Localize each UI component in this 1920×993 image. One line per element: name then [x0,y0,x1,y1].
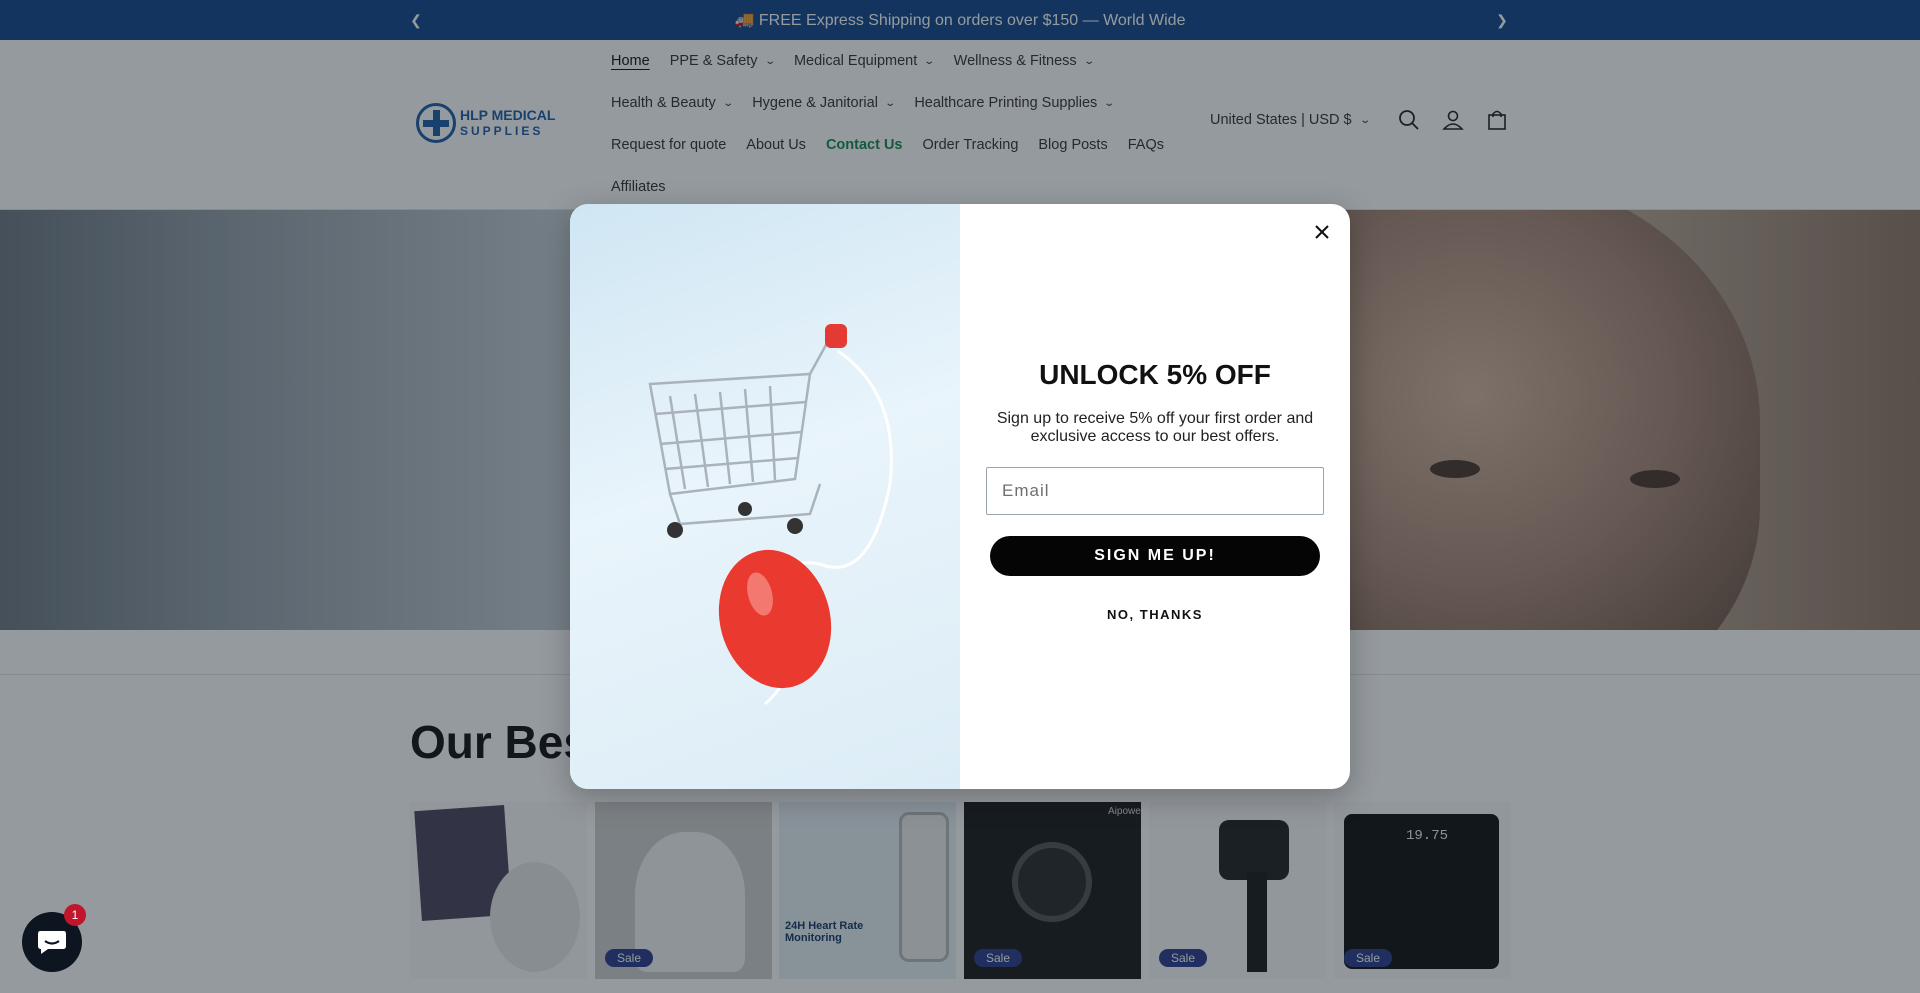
chat-bubble-icon [38,931,66,954]
chat-button[interactable]: 1 [22,904,86,972]
popup-image [570,204,960,789]
shopping-cart-mouse-illustration [648,324,893,706]
close-icon[interactable] [1304,214,1340,250]
popup-title: UNLOCK 5% OFF [1039,359,1271,390]
popup-form: UNLOCK 5% OFF Sign up to receive 5% off … [960,204,1350,789]
signup-popup: UNLOCK 5% OFF Sign up to receive 5% off … [570,204,1350,789]
popup-description: Sign up to receive 5% off your first ord… [996,410,1314,445]
email-field[interactable] [986,467,1324,515]
sign-up-button[interactable]: SIGN ME UP! [990,536,1320,576]
chat-badge: 1 [64,904,86,926]
no-thanks-button[interactable]: NO, THANKS [960,607,1350,622]
